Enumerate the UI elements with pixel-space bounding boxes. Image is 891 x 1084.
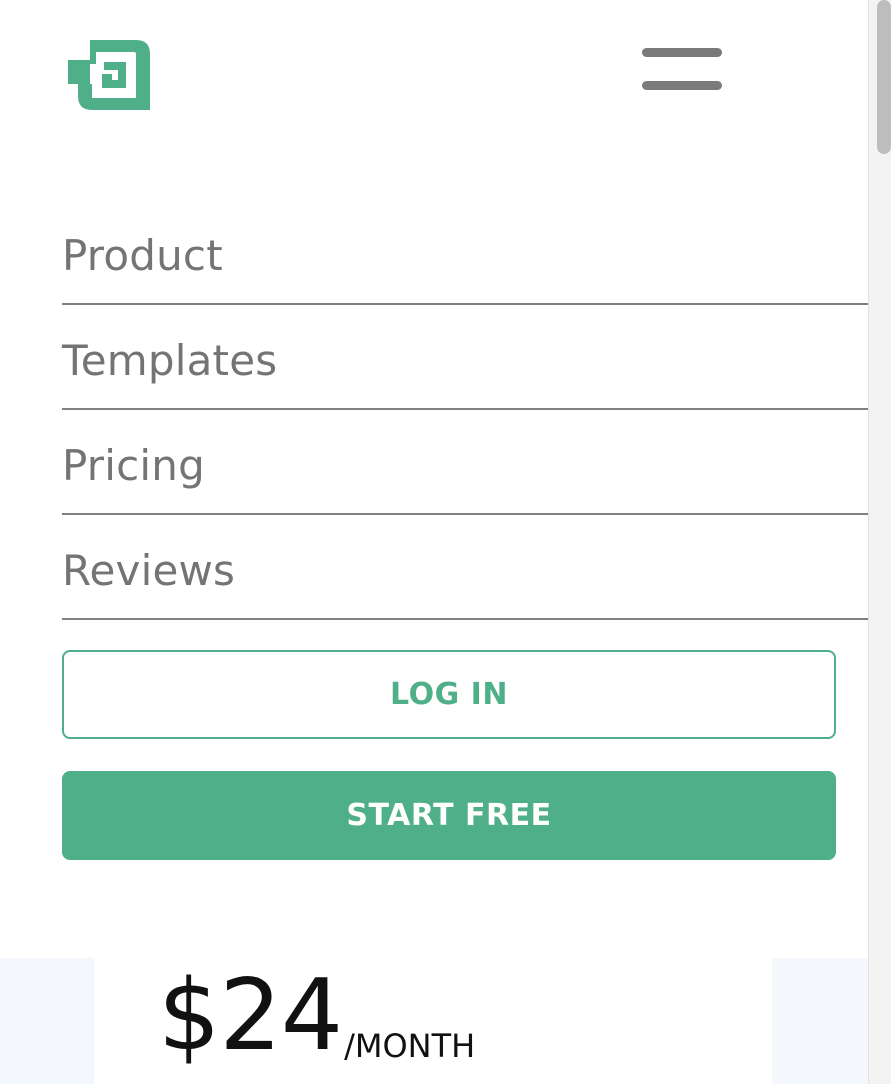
nav-item-reviews[interactable]: Reviews xyxy=(62,515,868,620)
nav-item-label: Pricing xyxy=(62,441,205,490)
nav-item-label: Product xyxy=(62,231,223,280)
page-scrollbar[interactable] xyxy=(868,0,891,1084)
price-period: /MONTH xyxy=(344,1027,476,1065)
nav-item-templates[interactable]: Templates xyxy=(62,305,868,410)
price-display: $24 /MONTH xyxy=(158,966,475,1066)
menu-bar-bottom xyxy=(642,81,722,90)
login-button[interactable]: LOG IN xyxy=(62,650,836,739)
scrollbar-thumb[interactable] xyxy=(877,0,891,154)
nav-item-label: Templates xyxy=(62,336,278,385)
page: Product Templates Pricing Reviews LOG IN… xyxy=(0,0,868,1084)
brand-logo-icon[interactable] xyxy=(66,40,150,112)
price-amount: $24 xyxy=(158,959,343,1073)
nav-item-product[interactable]: Product xyxy=(62,200,868,305)
start-free-button[interactable]: START FREE xyxy=(62,771,836,860)
main-nav: Product Templates Pricing Reviews xyxy=(62,200,868,620)
hamburger-menu-icon[interactable] xyxy=(640,46,724,94)
nav-item-label: Reviews xyxy=(62,546,236,595)
menu-bar-top xyxy=(642,48,722,57)
nav-item-pricing[interactable]: Pricing xyxy=(62,410,868,515)
